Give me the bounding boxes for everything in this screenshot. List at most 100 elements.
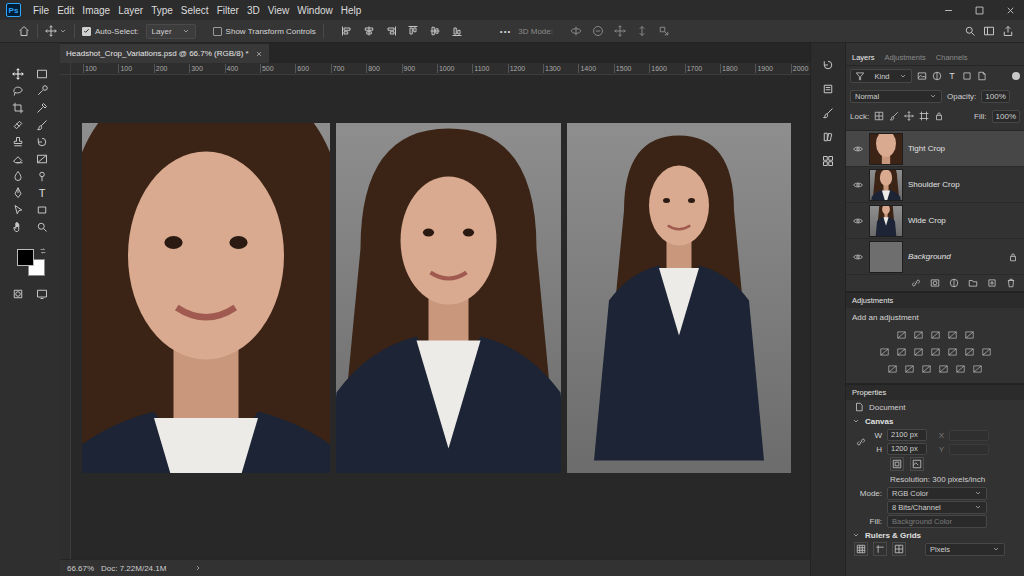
height-field[interactable]: 1200 px [887,443,927,455]
panel-tab[interactable]: Channels [936,53,968,62]
eraser-icon[interactable] [12,153,24,165]
align-top-icon[interactable] [407,25,419,37]
layer-row[interactable]: Tight Crop [846,131,1024,167]
grid-icon[interactable] [854,542,868,556]
adjustment-icon[interactable] [887,364,898,374]
panel-tab[interactable]: Adjustments [885,53,926,62]
adjust-circle-icon[interactable] [932,71,942,81]
filter-toggle[interactable] [1012,72,1020,80]
layer-row[interactable]: Wide Crop [846,203,1024,239]
history-icon[interactable] [36,136,48,148]
checkbox-box[interactable] [213,27,222,36]
filter-kind-dropdown[interactable]: Kind [850,69,912,83]
roll-icon[interactable] [592,25,604,37]
move-icon[interactable] [614,25,626,37]
blend-mode-dropdown[interactable]: Normal [850,90,942,103]
history-icon[interactable] [822,59,834,71]
menu-item[interactable]: Type [151,5,173,16]
link-icon[interactable] [911,278,921,288]
pen-icon[interactable] [12,187,24,199]
libraries-icon[interactable] [822,131,834,143]
headshot-photo[interactable] [336,123,561,473]
type-tool[interactable]: T [36,187,48,199]
adjustment-icon[interactable] [904,364,915,374]
ruler-icon[interactable] [892,542,906,556]
lock-artboard-icon[interactable] [919,111,929,121]
image-icon[interactable] [917,71,927,81]
lock-move-icon[interactable] [904,111,914,121]
panel-title[interactable]: Adjustments [852,296,893,305]
bit-depth-dropdown[interactable]: 8 Bits/Channel [887,501,987,514]
menu-item[interactable]: 3D [247,5,260,16]
orbit-icon[interactable] [570,25,582,37]
new-layer-icon[interactable] [987,278,997,288]
menu-item[interactable]: Image [82,5,110,16]
menu-item[interactable]: Filter [217,5,239,16]
adjustment-icon[interactable] [981,347,992,357]
adjustment-icon[interactable] [930,347,941,357]
dodge-icon[interactable] [36,170,48,182]
marquee-icon[interactable] [36,68,48,80]
rulers-section-header[interactable]: Rulers & Grids [846,528,1024,542]
adjustment-icon[interactable] [947,330,958,340]
width-field[interactable]: 2100 px [887,429,927,441]
adjustment-icon[interactable] [896,330,907,340]
panel-title[interactable]: Properties [852,388,886,397]
adjustment-icon[interactable] [972,364,983,374]
lock-brush-icon[interactable] [889,111,899,121]
guides-icon[interactable] [873,542,887,556]
adjustment-icon[interactable] [896,347,907,357]
zoom-icon[interactable] [36,221,48,233]
layer-row[interactable]: Shoulder Crop [846,167,1024,203]
type-filter-button[interactable]: T [947,71,957,81]
adjustment-icon[interactable] [938,364,949,374]
shape-icon[interactable] [962,71,972,81]
menu-item[interactable]: Layer [118,5,143,16]
stamp-icon[interactable] [12,136,24,148]
align-bottom-icon[interactable] [451,25,463,37]
folder-icon[interactable] [968,278,978,288]
chevron-right-icon[interactable] [194,564,202,572]
align-middle-icon[interactable] [429,25,441,37]
adjustment-icon[interactable] [964,330,975,340]
close-icon[interactable] [1005,5,1016,16]
zoom-level[interactable]: 66.67% [67,564,101,573]
x-field[interactable] [949,430,989,441]
mask-icon[interactable] [930,278,940,288]
layer-row[interactable]: Background [846,239,1024,275]
lock-checker-icon[interactable] [874,111,884,121]
screen-mode-icon[interactable] [36,288,48,300]
menu-item[interactable]: Select [181,5,209,16]
quick-mask-icon[interactable] [12,288,24,300]
workspace-icon[interactable] [983,25,995,37]
menu-item[interactable]: Edit [57,5,74,16]
headshot-photo[interactable] [82,123,330,473]
hand-icon[interactable] [12,221,24,233]
scale3d-icon[interactable] [658,25,670,37]
tool-preset-picker[interactable] [45,25,67,37]
lock-icon[interactable] [1008,252,1018,262]
lock-lock-icon[interactable] [934,111,944,121]
lasso-icon[interactable] [12,85,24,97]
fill-dropdown[interactable]: Background Color [887,515,987,528]
adjustment-icon[interactable] [913,330,924,340]
path-select-icon[interactable] [12,204,24,216]
canvas[interactable] [71,75,810,559]
align-right-icon[interactable] [385,25,397,37]
quick-select-icon[interactable] [36,85,48,97]
adjustment-icon[interactable] [921,364,932,374]
gradient-icon[interactable] [36,153,48,165]
visibility-toggle[interactable] [852,252,864,262]
image-size-icon[interactable] [910,457,924,471]
blur-icon[interactable] [12,170,24,182]
canvas-size-icon[interactable] [890,457,904,471]
home-icon[interactable] [18,25,30,37]
canvas-section-header[interactable]: Canvas [846,414,1024,428]
adjustment-icon[interactable] [955,364,966,374]
properties-panel-icon[interactable] [822,83,834,95]
align-left-icon[interactable] [341,25,353,37]
y-field[interactable] [949,444,989,455]
menu-item[interactable]: Window [297,5,333,16]
auto-select-checkbox[interactable]: Auto-Select: [82,27,139,36]
heal-icon[interactable] [12,119,24,131]
